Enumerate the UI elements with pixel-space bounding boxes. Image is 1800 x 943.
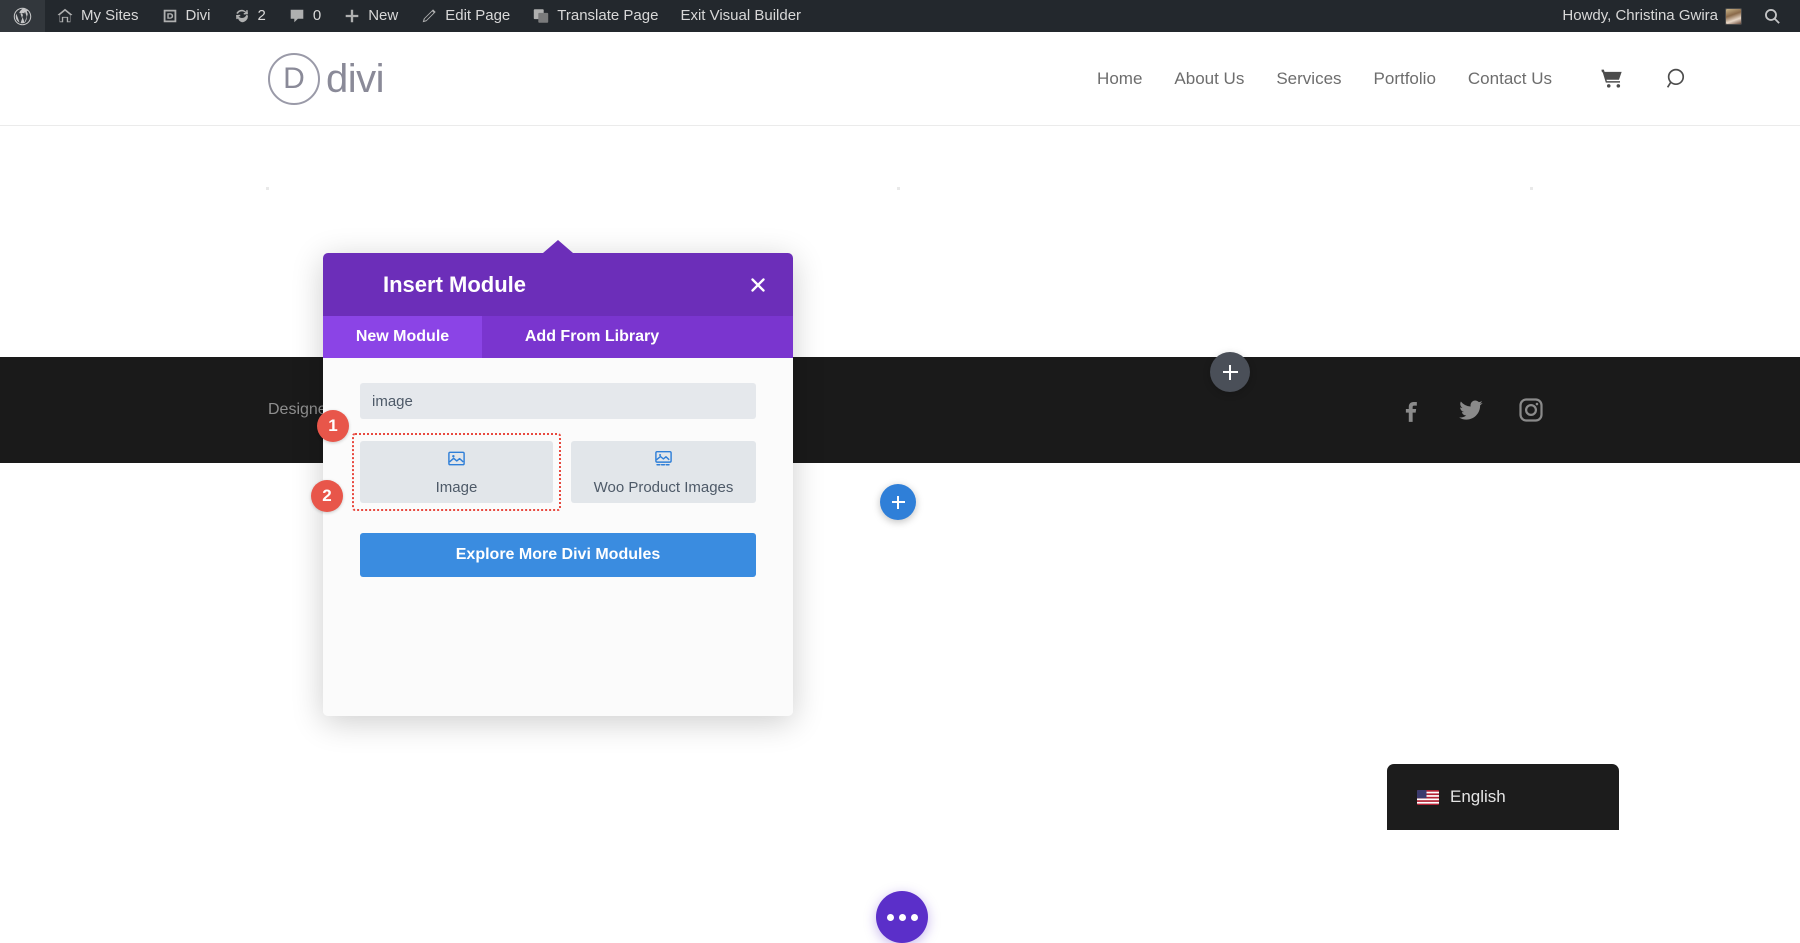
site-logo[interactable]: D divi (268, 53, 385, 105)
admin-bar-item-divi[interactable]: Divi (150, 0, 222, 32)
annotation-step-1: 1 (317, 410, 349, 442)
admin-bar-left-group: My Sites Divi 2 0 New Edit Page Translat… (0, 0, 812, 32)
tab-new-module-label: New Module (355, 328, 450, 345)
us-flag-icon (1417, 789, 1439, 805)
module-card-image[interactable]: Image (360, 441, 553, 503)
builder-guide-dot (1530, 187, 1533, 190)
header-icon-group (1600, 66, 1690, 91)
comments-icon (288, 7, 306, 25)
updates-icon (233, 7, 251, 25)
plus-icon (891, 495, 905, 509)
admin-bar-item-new[interactable]: New (332, 0, 409, 32)
search-icon[interactable] (1665, 66, 1690, 91)
translate-icon (532, 7, 550, 25)
modal-header: Insert Module (323, 240, 793, 316)
nav-item-portfolio[interactable]: Portfolio (1358, 69, 1452, 89)
language-switcher[interactable]: English (1387, 764, 1619, 830)
ellipsis-icon (886, 913, 918, 921)
admin-bar-right-group: Howdy, Christina Gwira (1551, 0, 1800, 32)
tab-new-module[interactable]: New Module (323, 316, 482, 358)
close-icon[interactable] (745, 272, 771, 298)
nav-item-about-us[interactable]: About Us (1158, 69, 1260, 89)
admin-bar-item-howdy[interactable]: Howdy, Christina Gwira (1551, 0, 1753, 32)
cart-icon[interactable] (1600, 66, 1625, 91)
builder-more-options-button[interactable] (876, 891, 928, 943)
nav-item-contact-us[interactable]: Contact Us (1452, 69, 1568, 89)
modal-body: Image Woo Product Images Explore More Di… (323, 358, 793, 716)
admin-bar-item-updates[interactable]: 2 (222, 0, 277, 32)
admin-bar-label-edit-page: Edit Page (445, 7, 511, 24)
modal-title: Insert Module (383, 271, 527, 297)
admin-bar-label-translate-page: Translate Page (557, 7, 659, 24)
tab-add-from-library-label: Add From Library (524, 328, 660, 345)
explore-more-divi-modules-button[interactable]: Explore More Divi Modules (360, 533, 756, 577)
plus-icon (1222, 364, 1238, 380)
footer-social-links (1397, 396, 1545, 424)
nav-item-services[interactable]: Services (1260, 69, 1357, 89)
image-icon (447, 449, 466, 473)
nav-item-home[interactable]: Home (1081, 69, 1158, 89)
search-icon (1763, 7, 1782, 26)
site-header: D divi Home About Us Services Portfolio … (0, 32, 1800, 125)
admin-bar-label-comments: 0 (312, 7, 322, 24)
wordpress-logo-icon (12, 6, 33, 27)
page-body: Designed by Elegant Themes | Powered by … (0, 125, 1800, 943)
admin-bar-label-exit-visual-builder: Exit Visual Builder (680, 7, 802, 24)
admin-bar-label-divi: Divi (185, 7, 211, 24)
tab-add-from-library[interactable]: Add From Library (482, 316, 702, 358)
logo-wordmark: divi (326, 56, 385, 101)
woo-product-images-icon (654, 449, 673, 473)
admin-bar-item-exit-visual-builder[interactable]: Exit Visual Builder (669, 0, 812, 32)
module-card-woo-product-images[interactable]: Woo Product Images (571, 441, 756, 503)
insert-module-modal: Insert Module New Module Add From Librar… (323, 240, 793, 716)
admin-bar-item-edit-page[interactable]: Edit Page (409, 0, 521, 32)
module-card-woo-product-images-label: Woo Product Images (593, 478, 734, 496)
add-row-button[interactable] (880, 484, 916, 520)
wp-admin-bar: My Sites Divi 2 0 New Edit Page Translat… (0, 0, 1800, 32)
module-card-image-highlight: Image (352, 433, 561, 511)
sites-icon (56, 7, 74, 25)
pencil-icon (420, 7, 438, 25)
main-navigation: Home About Us Services Portfolio Contact… (1081, 69, 1568, 89)
admin-bar-label-my-sites: My Sites (81, 7, 139, 24)
modal-tab-bar: New Module Add From Library (323, 316, 793, 358)
divi-icon (161, 7, 179, 25)
module-card-image-label: Image (435, 478, 478, 496)
logo-mark: D (268, 53, 320, 105)
site-footer: Designed by Elegant Themes | Powered by … (0, 357, 1800, 463)
admin-bar-item-comments[interactable]: 0 (277, 0, 332, 32)
add-section-button-right[interactable] (1210, 352, 1250, 392)
search-input[interactable] (360, 383, 756, 419)
admin-bar-label-new: New (368, 7, 399, 24)
content-area (0, 125, 1800, 357)
twitter-icon[interactable] (1457, 396, 1485, 424)
admin-bar-item-wordpress[interactable] (0, 0, 45, 32)
builder-guide-dot (897, 187, 900, 190)
plus-icon (343, 7, 361, 25)
builder-guide-dot (266, 187, 269, 190)
module-list: Image Woo Product Images (352, 433, 756, 511)
admin-bar-item-translate-page[interactable]: Translate Page (521, 0, 669, 32)
instagram-icon[interactable] (1517, 396, 1545, 424)
annotation-step-2: 2 (311, 480, 343, 512)
facebook-icon[interactable] (1397, 396, 1425, 424)
language-switcher-label: English (1450, 787, 1506, 806)
admin-bar-item-search[interactable] (1753, 0, 1800, 32)
admin-bar-item-my-sites[interactable]: My Sites (45, 0, 150, 32)
admin-bar-label-updates: 2 (257, 7, 266, 24)
admin-bar-howdy-label: Howdy, Christina Gwira (1562, 7, 1718, 24)
avatar (1725, 7, 1742, 25)
